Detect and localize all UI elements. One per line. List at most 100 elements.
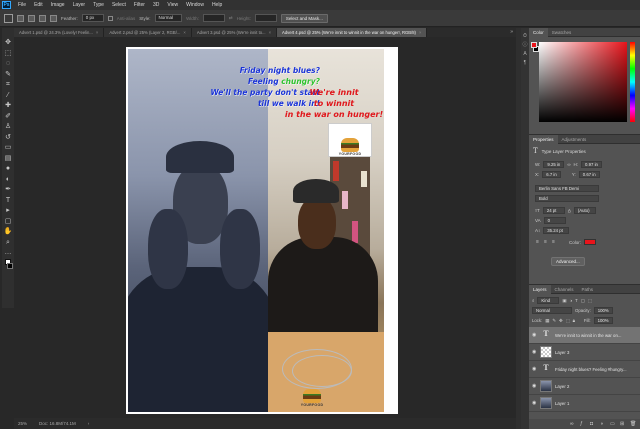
select-and-mask-button[interactable]: Select and Mask... <box>280 13 328 23</box>
filter-shape-icon[interactable]: ▢ <box>581 298 585 304</box>
close-icon[interactable]: × <box>419 30 421 35</box>
feather-input[interactable]: 0 px <box>81 14 104 22</box>
tab-advert-3[interactable]: Advert 3.psd @ 25% (We're innit to... × <box>191 28 278 37</box>
tab-advert-2[interactable]: Advert 2.psd @ 25% (Layer 2, RGB/... × <box>104 28 192 37</box>
fill-input[interactable]: 100% <box>593 317 613 324</box>
adjustment-layer-icon[interactable]: ◑ <box>600 422 605 427</box>
width-input[interactable] <box>202 14 225 22</box>
zoom-level[interactable]: 25% <box>18 421 27 426</box>
group-icon[interactable]: ▭ <box>610 422 615 427</box>
filter-pixel-icon[interactable]: ▣ <box>562 298 566 304</box>
panel-foreground-swatch[interactable] <box>531 42 537 48</box>
eye-icon[interactable]: ◉ <box>532 400 537 406</box>
new-selection-icon[interactable] <box>17 14 24 22</box>
history-brush-icon[interactable]: ↺ <box>4 133 13 142</box>
canvas-area[interactable]: Friday night blues? Feeling chungry? We'… <box>14 37 516 418</box>
menu-select[interactable]: Select <box>108 0 130 10</box>
layer-row[interactable]: ◉ T Friday night blues? Feeling #hungry.… <box>529 361 640 378</box>
chevron-right-icon[interactable]: › <box>88 421 90 426</box>
menu-image[interactable]: Image <box>47 0 69 10</box>
font-style-select[interactable]: Bold <box>535 195 599 202</box>
tab-properties[interactable]: Properties <box>529 134 558 144</box>
gradient-tool-icon[interactable]: ▤ <box>4 154 13 163</box>
blur-tool-icon[interactable]: ● <box>4 164 13 173</box>
crop-tool-icon[interactable]: ⌗ <box>4 80 13 89</box>
blend-mode-select[interactable]: Normal <box>532 307 572 314</box>
history-icon[interactable]: ⏱ <box>523 34 528 39</box>
menu-layer[interactable]: Layer <box>69 0 90 10</box>
menu-window[interactable]: Window <box>182 0 208 10</box>
h-input[interactable]: 0.97 in <box>581 161 602 168</box>
leading-input[interactable]: (Auto) <box>573 207 596 214</box>
lock-move-icon[interactable]: ✥ <box>559 318 563 324</box>
font-family-select[interactable]: Berlin Sans FB Demi <box>535 185 599 192</box>
brush-tool-icon[interactable]: ✐ <box>4 112 13 121</box>
eye-icon[interactable]: ◉ <box>532 383 537 389</box>
lock-pixels-icon[interactable]: ▦ <box>545 318 549 324</box>
subtract-selection-icon[interactable] <box>39 14 46 22</box>
close-icon[interactable]: × <box>96 30 98 35</box>
marquee-preset-icon[interactable] <box>4 13 13 23</box>
menu-edit[interactable]: Edit <box>30 0 47 10</box>
trash-icon[interactable]: 🗑︎ <box>630 422 636 427</box>
shape-tool-icon[interactable]: ▢ <box>4 217 13 226</box>
hue-slider[interactable] <box>630 42 635 122</box>
tab-paths[interactable]: Paths <box>578 285 598 294</box>
more-tools-icon[interactable]: … <box>4 248 13 257</box>
intersect-selection-icon[interactable] <box>50 14 57 22</box>
layer-row[interactable]: ◉ Layer 2 <box>529 378 640 395</box>
pen-tool-icon[interactable]: ✒ <box>4 185 13 194</box>
dodge-tool-icon[interactable]: ◐ <box>4 175 13 184</box>
x-input[interactable]: 6.7 in <box>542 171 561 178</box>
link-layers-icon[interactable]: ∞ <box>570 422 575 427</box>
eyedropper-tool-icon[interactable]: ⁄ <box>4 91 13 100</box>
lock-paint-icon[interactable]: ✎ <box>552 318 556 324</box>
close-icon[interactable]: × <box>269 30 271 35</box>
align-center-icon[interactable]: ≡ <box>543 239 548 245</box>
eye-icon[interactable]: ◉ <box>532 332 537 338</box>
eye-icon[interactable]: ◉ <box>532 349 537 355</box>
document-canvas[interactable]: Friday night blues? Feeling chungry? We'… <box>126 47 398 414</box>
character-icon[interactable]: A <box>523 52 528 57</box>
lasso-tool-icon[interactable]: ◌ <box>4 59 13 68</box>
font-size-input[interactable]: 24 pt <box>542 207 565 214</box>
layer-row[interactable]: ◉ Layer 3 <box>529 344 640 361</box>
paragraph-icon[interactable]: ¶ <box>523 61 528 66</box>
info-icon[interactable]: ⓘ <box>523 43 528 48</box>
w-input[interactable]: 9.25 in <box>543 161 565 168</box>
layer-row[interactable]: ◉ T We're innit to winnit in the war on.… <box>529 327 640 344</box>
lock-artboard-icon[interactable]: ⬚ <box>566 318 570 324</box>
path-select-tool-icon[interactable]: ▸ <box>4 206 13 215</box>
tab-advert-1[interactable]: Advert 1.psd @ 24.3% (Lovely! Feelin... × <box>14 28 105 37</box>
new-layer-icon[interactable]: ⊞ <box>620 422 625 427</box>
add-selection-icon[interactable] <box>28 14 35 22</box>
tab-adjustments[interactable]: Adjustments <box>558 135 591 144</box>
eraser-tool-icon[interactable]: ▭ <box>4 143 13 152</box>
y-input[interactable]: 0.67 in <box>578 171 600 178</box>
menu-view[interactable]: View <box>163 0 182 10</box>
style-select[interactable]: Normal <box>154 14 183 22</box>
height-input[interactable] <box>254 14 277 22</box>
swap-icon[interactable]: ⇄ <box>229 15 233 21</box>
tab-advert-4[interactable]: Advert 4.psd @ 25% (We're innit to winni… <box>277 28 428 37</box>
menu-type[interactable]: Type <box>89 0 108 10</box>
eye-icon[interactable]: ◉ <box>532 366 537 372</box>
menu-3d[interactable]: 3D <box>149 0 163 10</box>
opacity-input[interactable]: 100% <box>593 307 613 314</box>
fx-icon[interactable]: ƒ <box>580 422 585 427</box>
filter-adjust-icon[interactable]: ◑ <box>569 298 572 303</box>
hand-tool-icon[interactable]: ✋ <box>4 227 13 236</box>
anti-alias-checkbox[interactable] <box>107 15 113 21</box>
tracking-input[interactable]: 0 <box>543 217 566 224</box>
tab-layers[interactable]: Layers <box>529 284 551 294</box>
advanced-button[interactable]: Advanced... <box>551 257 585 266</box>
filter-type-icon[interactable]: T <box>575 298 578 303</box>
zoom-tool-icon[interactable]: ⌕ <box>4 238 13 247</box>
menu-filter[interactable]: Filter <box>130 0 149 10</box>
lock-all-icon[interactable]: 🔒︎ <box>573 318 575 323</box>
tab-channels[interactable]: Channels <box>551 285 578 294</box>
close-icon[interactable]: × <box>183 30 185 35</box>
text-color-swatch[interactable] <box>584 239 597 245</box>
menu-help[interactable]: Help <box>208 0 226 10</box>
filter-smart-icon[interactable]: ⬚ <box>588 298 592 304</box>
